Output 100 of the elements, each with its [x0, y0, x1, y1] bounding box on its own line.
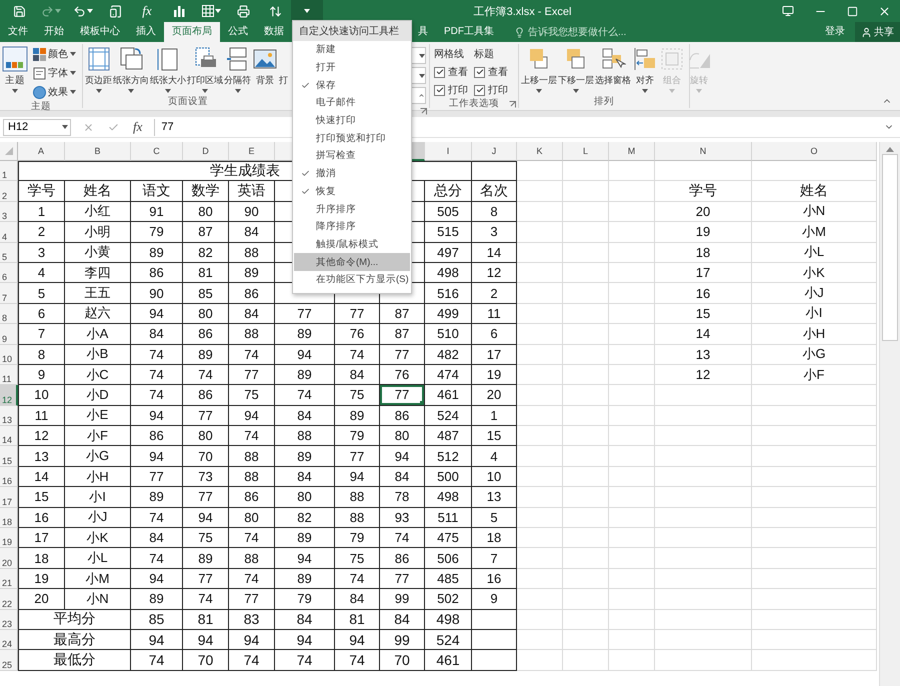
arrange-button[interactable]: 上移一层	[521, 45, 557, 94]
page-setup-button[interactable]: 页边距	[85, 45, 112, 94]
column-header[interactable]: L	[563, 142, 609, 161]
undo-icon[interactable]	[73, 4, 86, 18]
arrange-button[interactable]: 对齐	[632, 45, 658, 94]
row-number[interactable]: 23	[0, 610, 18, 630]
column-header[interactable]: O	[752, 142, 877, 161]
ribbon-tab[interactable]: 模板中心	[72, 22, 128, 42]
customize-toolbar-button[interactable]	[291, 0, 323, 22]
ribbon-tab[interactable]: 公式	[220, 22, 256, 42]
ribbon-tab[interactable]: 开始	[36, 22, 72, 42]
touch-mode-icon[interactable]	[108, 4, 122, 18]
page-setup-button[interactable]: 背景	[252, 45, 278, 88]
tell-me-field[interactable]: 告诉我您想要做什么...	[528, 25, 626, 39]
redo-icon[interactable]	[41, 4, 54, 18]
row-number[interactable]: 19	[0, 528, 18, 548]
vertical-scrollbar[interactable]	[879, 142, 900, 686]
row-number[interactable]: 18	[0, 508, 18, 528]
menu-item[interactable]: 其他命令(M)...	[294, 253, 410, 271]
scrollbar-thumb[interactable]	[882, 154, 898, 341]
ribbon-display-icon[interactable]	[782, 5, 794, 17]
row-number[interactable]: 22	[0, 589, 18, 610]
themes-button[interactable]: 主题	[2, 45, 28, 94]
sort-icon[interactable]	[268, 4, 282, 18]
checkbox[interactable]	[434, 66, 445, 78]
row-number[interactable]: 14	[0, 426, 18, 446]
row-number[interactable]: 21	[0, 568, 18, 590]
menu-item[interactable]: 在功能区下方显示(S)	[294, 270, 410, 289]
arrange-button[interactable]: 选择窗格	[595, 45, 631, 88]
insert-function-button[interactable]: fx	[133, 119, 142, 135]
row-number[interactable]: 1	[0, 161, 18, 182]
row-number[interactable]: 13	[0, 406, 18, 426]
maximize-icon[interactable]	[846, 6, 858, 16]
row-number[interactable]: 4	[0, 222, 18, 243]
row-number[interactable]: 16	[0, 466, 18, 488]
ribbon-tab[interactable]: 页面布局	[164, 22, 220, 42]
column-header[interactable]: D	[183, 142, 229, 161]
page-setup-button[interactable]: 打印区域	[187, 45, 223, 94]
arrange-button[interactable]: 下移一层	[558, 45, 594, 94]
menu-item[interactable]: 新建	[294, 41, 410, 59]
theme-option-button[interactable]: 字体	[33, 65, 76, 81]
scroll-up-icon[interactable]	[886, 146, 894, 152]
page-setup-button[interactable]: 纸张方向	[113, 45, 149, 94]
menu-item[interactable]: 撤消	[294, 164, 410, 182]
theme-option-button[interactable]: 颜色	[33, 46, 76, 62]
sign-in-link[interactable]: 登录	[815, 22, 855, 42]
row-number[interactable]: 5	[0, 242, 18, 263]
page-setup-button[interactable]: 分隔符	[224, 45, 251, 94]
menu-item[interactable]: 降序排序	[294, 218, 410, 236]
close-icon[interactable]	[878, 4, 890, 18]
menu-item[interactable]: 触摸/鼠标模式	[294, 236, 410, 254]
ribbon-tab[interactable]: 具	[410, 22, 436, 42]
page-setup-button[interactable]: 纸张大小	[150, 45, 186, 94]
row-number[interactable]: 15	[0, 446, 18, 467]
row-number[interactable]: 24	[0, 630, 18, 650]
row-number[interactable]: 20	[0, 548, 18, 569]
insert-function-button[interactable]: fx	[142, 3, 152, 19]
row-number[interactable]: 11	[0, 364, 18, 386]
column-header[interactable]: J	[472, 142, 517, 161]
row-number[interactable]: 9	[0, 324, 18, 345]
row-number[interactable]: 17	[0, 487, 18, 508]
share-button[interactable]: 共享	[855, 22, 900, 42]
row-number[interactable]: 7	[0, 283, 18, 304]
row-number[interactable]: 3	[0, 202, 18, 222]
checkbox[interactable]	[474, 66, 485, 78]
ribbon-tab[interactable]: 数据	[256, 22, 292, 42]
spin-up-icon[interactable]	[418, 92, 425, 99]
name-box[interactable]: H12	[3, 118, 71, 136]
row-number[interactable]: 10	[0, 344, 18, 365]
ribbon-tab[interactable]: PDF工具集	[436, 22, 502, 42]
checkbox[interactable]	[474, 84, 485, 96]
column-header[interactable]: K	[517, 142, 563, 161]
print-icon[interactable]	[236, 4, 250, 18]
row-number[interactable]: 8	[0, 304, 18, 324]
ribbon-tab[interactable]: 插入	[128, 22, 164, 42]
theme-option-button[interactable]: 效果	[33, 84, 76, 100]
menu-item[interactable]: 恢复	[294, 182, 410, 200]
column-header[interactable]: N	[655, 142, 752, 161]
column-header[interactable]: A	[18, 142, 65, 161]
page-setup-button[interactable]: 打	[279, 45, 288, 88]
bar-chart-icon[interactable]	[173, 5, 185, 17]
column-header[interactable]: B	[65, 142, 131, 161]
ribbon-tab[interactable]: 文件	[0, 22, 36, 42]
dialog-launcher-icon[interactable]	[509, 101, 516, 108]
column-header[interactable]: I	[425, 142, 472, 161]
row-number[interactable]: 6	[0, 262, 18, 284]
row-number[interactable]: 12	[0, 385, 18, 406]
dialog-launcher-icon[interactable]	[420, 108, 427, 115]
row-number[interactable]: 25	[0, 650, 18, 671]
menu-item[interactable]: 升序排序	[294, 200, 410, 218]
column-header[interactable]: C	[131, 142, 183, 161]
row-number[interactable]: 2	[0, 181, 18, 202]
column-header[interactable]: E	[229, 142, 275, 161]
checkbox[interactable]	[434, 84, 445, 96]
grid-icon[interactable]	[202, 5, 214, 17]
column-header[interactable]: M	[609, 142, 655, 161]
menu-item[interactable]: 保存	[294, 76, 410, 94]
save-icon[interactable]	[12, 4, 26, 18]
menu-item[interactable]: 打开	[294, 58, 410, 76]
menu-item[interactable]: 电子邮件	[294, 94, 410, 112]
